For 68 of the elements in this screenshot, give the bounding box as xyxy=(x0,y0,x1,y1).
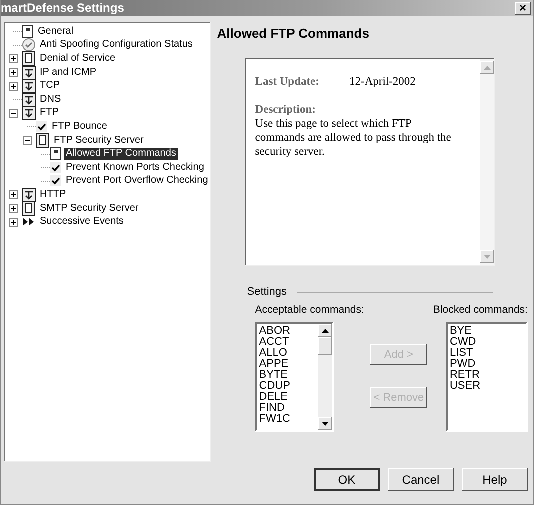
tree-item[interactable]: FTP Security Server xyxy=(52,134,146,147)
tree-item[interactable]: FTP xyxy=(38,107,61,120)
tree-item[interactable]: Allowed FTP Commands xyxy=(64,148,178,160)
document-icon xyxy=(22,50,36,67)
list-item[interactable]: FW1C xyxy=(259,414,318,425)
list-item[interactable]: USER xyxy=(450,381,526,392)
filter-icon xyxy=(22,79,36,94)
list-item[interactable]: ABOR xyxy=(259,326,318,337)
last-update-label: Last Update: xyxy=(255,75,320,89)
description-text: Use this page to select which FTP commands are allowed to pass through the security server. xyxy=(255,117,452,159)
tree-item[interactable]: HTTP xyxy=(38,188,68,201)
dialog-button[interactable]: Help xyxy=(462,468,528,491)
tree-item[interactable]: IP and ICMP xyxy=(38,66,99,79)
list-item[interactable]: ACCT xyxy=(259,337,318,348)
tree-item[interactable]: Prevent Known Ports Checking xyxy=(64,162,206,174)
list-item[interactable]: BYTE xyxy=(259,370,318,381)
filter-icon xyxy=(22,66,36,80)
blocked-commands-list[interactable]: BYE CWD LIST PWD RETR USER xyxy=(446,322,528,432)
page-icon xyxy=(50,147,62,162)
acceptable-commands-list[interactable]: ABOR ACCT ALLO APPE BYTE CDUP DELE FIND FW1C xyxy=(255,322,334,432)
tree-item[interactable]: FTP Bounce xyxy=(50,120,110,133)
tree-item[interactable]: TCP xyxy=(38,80,62,92)
arrow-down-icon xyxy=(484,254,491,258)
list-item[interactable]: PWD xyxy=(450,359,526,370)
list-item[interactable]: CDUP xyxy=(259,381,318,392)
list-item[interactable]: RETR xyxy=(450,370,526,381)
tree-item[interactable]: Successive Events xyxy=(38,216,126,228)
tree-item[interactable]: DNS xyxy=(38,94,64,106)
arrow-down-icon xyxy=(322,422,329,426)
window-title: martDefense Settings xyxy=(1,1,124,15)
last-update-date: 12-April-2002 xyxy=(350,75,416,89)
page-heading: Allowed FTP Commands xyxy=(217,26,370,41)
list-label: Blocked commands: xyxy=(433,304,528,316)
page-icon xyxy=(22,24,34,39)
description-label: Description: xyxy=(255,103,317,117)
arrows-icon xyxy=(22,217,36,228)
tree-item[interactable]: Prevent Port Overflow Checking xyxy=(64,175,210,188)
document-icon xyxy=(36,132,50,149)
scroll-up-button[interactable] xyxy=(318,324,332,337)
list-item[interactable]: FIND xyxy=(259,403,318,414)
check-circle-icon xyxy=(22,38,36,52)
arrow-up-icon xyxy=(322,328,329,332)
scroll-thumb[interactable] xyxy=(318,337,332,355)
arrow-up-icon xyxy=(484,66,491,70)
filter-icon xyxy=(22,188,36,202)
scroll-down-button[interactable] xyxy=(318,417,332,430)
filter-icon xyxy=(22,92,36,107)
list-item[interactable]: APPE xyxy=(259,359,318,370)
tree-item[interactable]: Denial of Service xyxy=(38,52,118,65)
close-button[interactable]: × xyxy=(515,2,531,14)
scrollbar[interactable] xyxy=(318,324,332,430)
checkbox[interactable] xyxy=(50,175,62,188)
tree-item[interactable]: General xyxy=(36,26,76,38)
document-icon xyxy=(22,200,36,217)
dialog-button[interactable]: Cancel xyxy=(388,468,454,491)
list-item[interactable]: LIST xyxy=(450,348,526,359)
list-item[interactable]: BYE xyxy=(450,326,526,337)
list-item[interactable]: DELE xyxy=(259,392,318,403)
list-label: Acceptable commands: xyxy=(255,304,364,316)
filter-icon xyxy=(22,106,36,120)
tree-item[interactable]: SMTP Security Server xyxy=(38,202,141,215)
dialog-button[interactable]: OK xyxy=(314,468,380,491)
tree-item[interactable]: Anti Spoofing Configuration Status xyxy=(38,39,195,52)
list-item[interactable]: CWD xyxy=(450,337,526,348)
checkbox[interactable] xyxy=(50,162,62,174)
checkbox[interactable] xyxy=(36,120,48,133)
group-label: Settings xyxy=(247,286,288,298)
list-item[interactable]: ALLO xyxy=(259,348,318,359)
